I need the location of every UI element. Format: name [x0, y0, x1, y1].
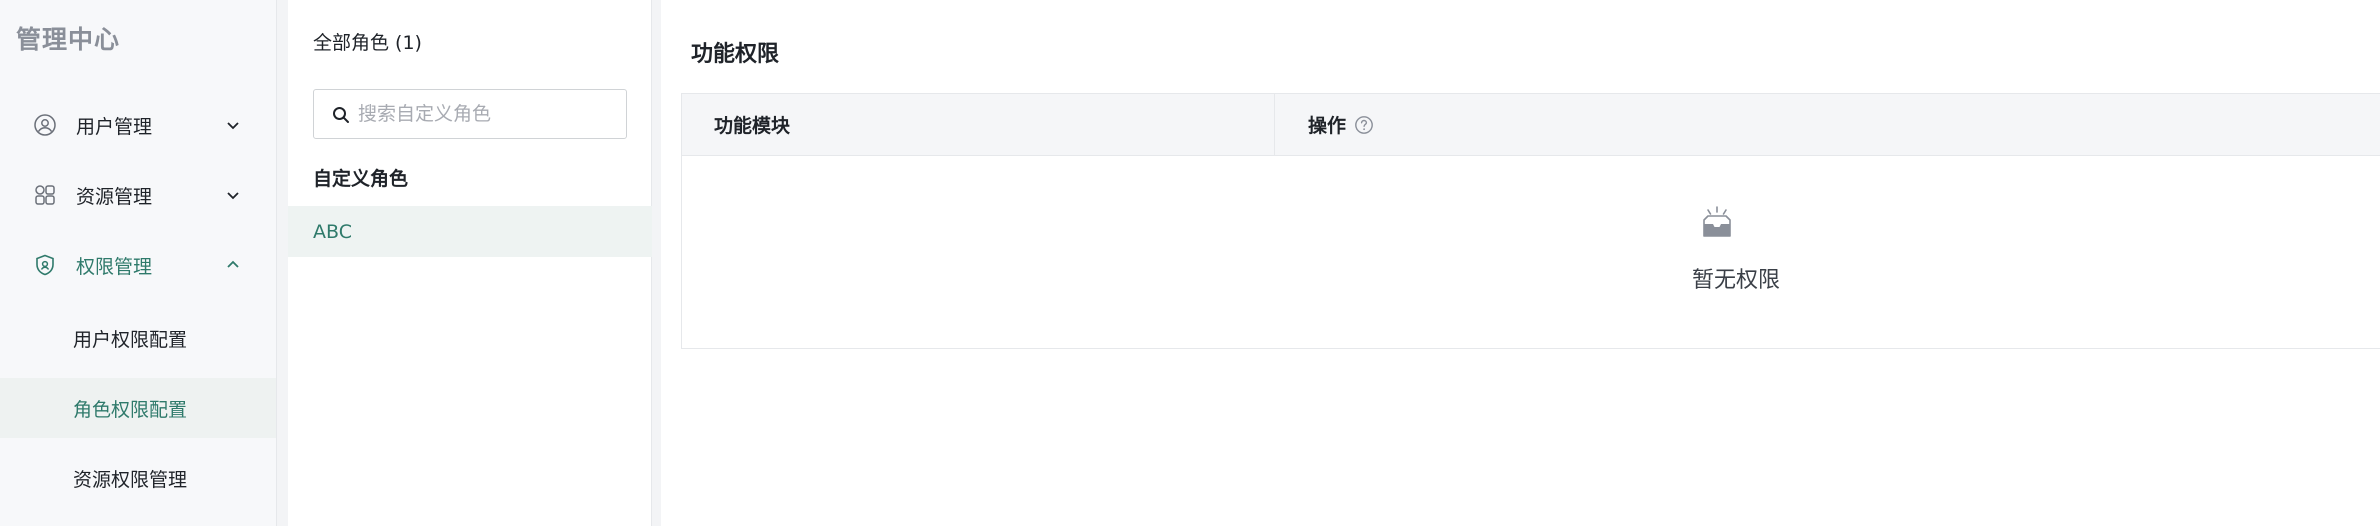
empty-state-text: 暂无权限 [1692, 268, 1781, 293]
shield-icon [36, 254, 54, 276]
user-circle-icon [34, 114, 56, 136]
sidebar: 管理中心 用户管理 资源管理 权限管理 用户权限配置 角色权限配置 资源权限管理 [0, 0, 277, 526]
sidebar-item-label: 资源管理 [76, 185, 153, 208]
sidebar-item-label: 权限管理 [76, 255, 153, 278]
column-header-label: 功能模块 [714, 115, 791, 137]
sidebar-subitem-user-permission-config[interactable]: 用户权限配置 [0, 308, 276, 368]
sidebar-item-resource-management[interactable]: 资源管理 [0, 165, 276, 225]
sidebar-item-permission-management[interactable]: 权限管理 [0, 235, 276, 295]
sidebar-subitem-resource-permission-management[interactable]: 资源权限管理 [0, 448, 276, 508]
custom-roles-title: 自定义角色 [313, 168, 409, 190]
column-header-label: 操作 [1308, 115, 1347, 137]
role-search-box [313, 89, 627, 139]
chevron-down-icon [227, 192, 239, 200]
role-list-header: 全部角色 (1) [313, 32, 422, 54]
role-item-abc[interactable]: ABC [288, 206, 652, 257]
empty-state: 暂无权限 [682, 156, 2112, 349]
table-header: 功能模块 操作 [682, 94, 2380, 156]
sidebar-subitem-role-permission-config[interactable]: 角色权限配置 [0, 378, 276, 438]
sidebar-item-user-management[interactable]: 用户管理 [0, 95, 276, 155]
help-icon[interactable] [1354, 115, 1374, 135]
role-search-input[interactable] [358, 90, 618, 138]
column-header-operation: 操作 [1275, 94, 2275, 155]
chevron-down-icon [227, 122, 239, 130]
column-header-module: 功能模块 [682, 94, 1275, 155]
empty-inbox-icon [1703, 206, 1731, 237]
role-panel: 全部角色 (1) 自定义角色 ABC [288, 0, 652, 526]
sidebar-subitem-label: 用户权限配置 [73, 328, 188, 351]
main-content: 功能权限 功能模块 操作 暂无权限 [661, 0, 2380, 526]
sidebar-item-label: 用户管理 [76, 115, 153, 138]
app-title: 管理中心 [16, 25, 121, 54]
role-item-label: ABC [313, 220, 352, 243]
sidebar-subitem-label: 资源权限管理 [73, 468, 188, 491]
permission-table: 功能模块 操作 暂无权限 [681, 93, 2380, 349]
sidebar-subitem-label: 角色权限配置 [73, 398, 188, 421]
page-title: 功能权限 [691, 42, 780, 67]
chevron-up-icon [227, 260, 239, 268]
grid-icon [35, 185, 55, 205]
app-root: 管理中心 用户管理 资源管理 权限管理 用户权限配置 角色权限配置 资源权限管理… [0, 0, 2380, 526]
search-icon [333, 107, 349, 123]
